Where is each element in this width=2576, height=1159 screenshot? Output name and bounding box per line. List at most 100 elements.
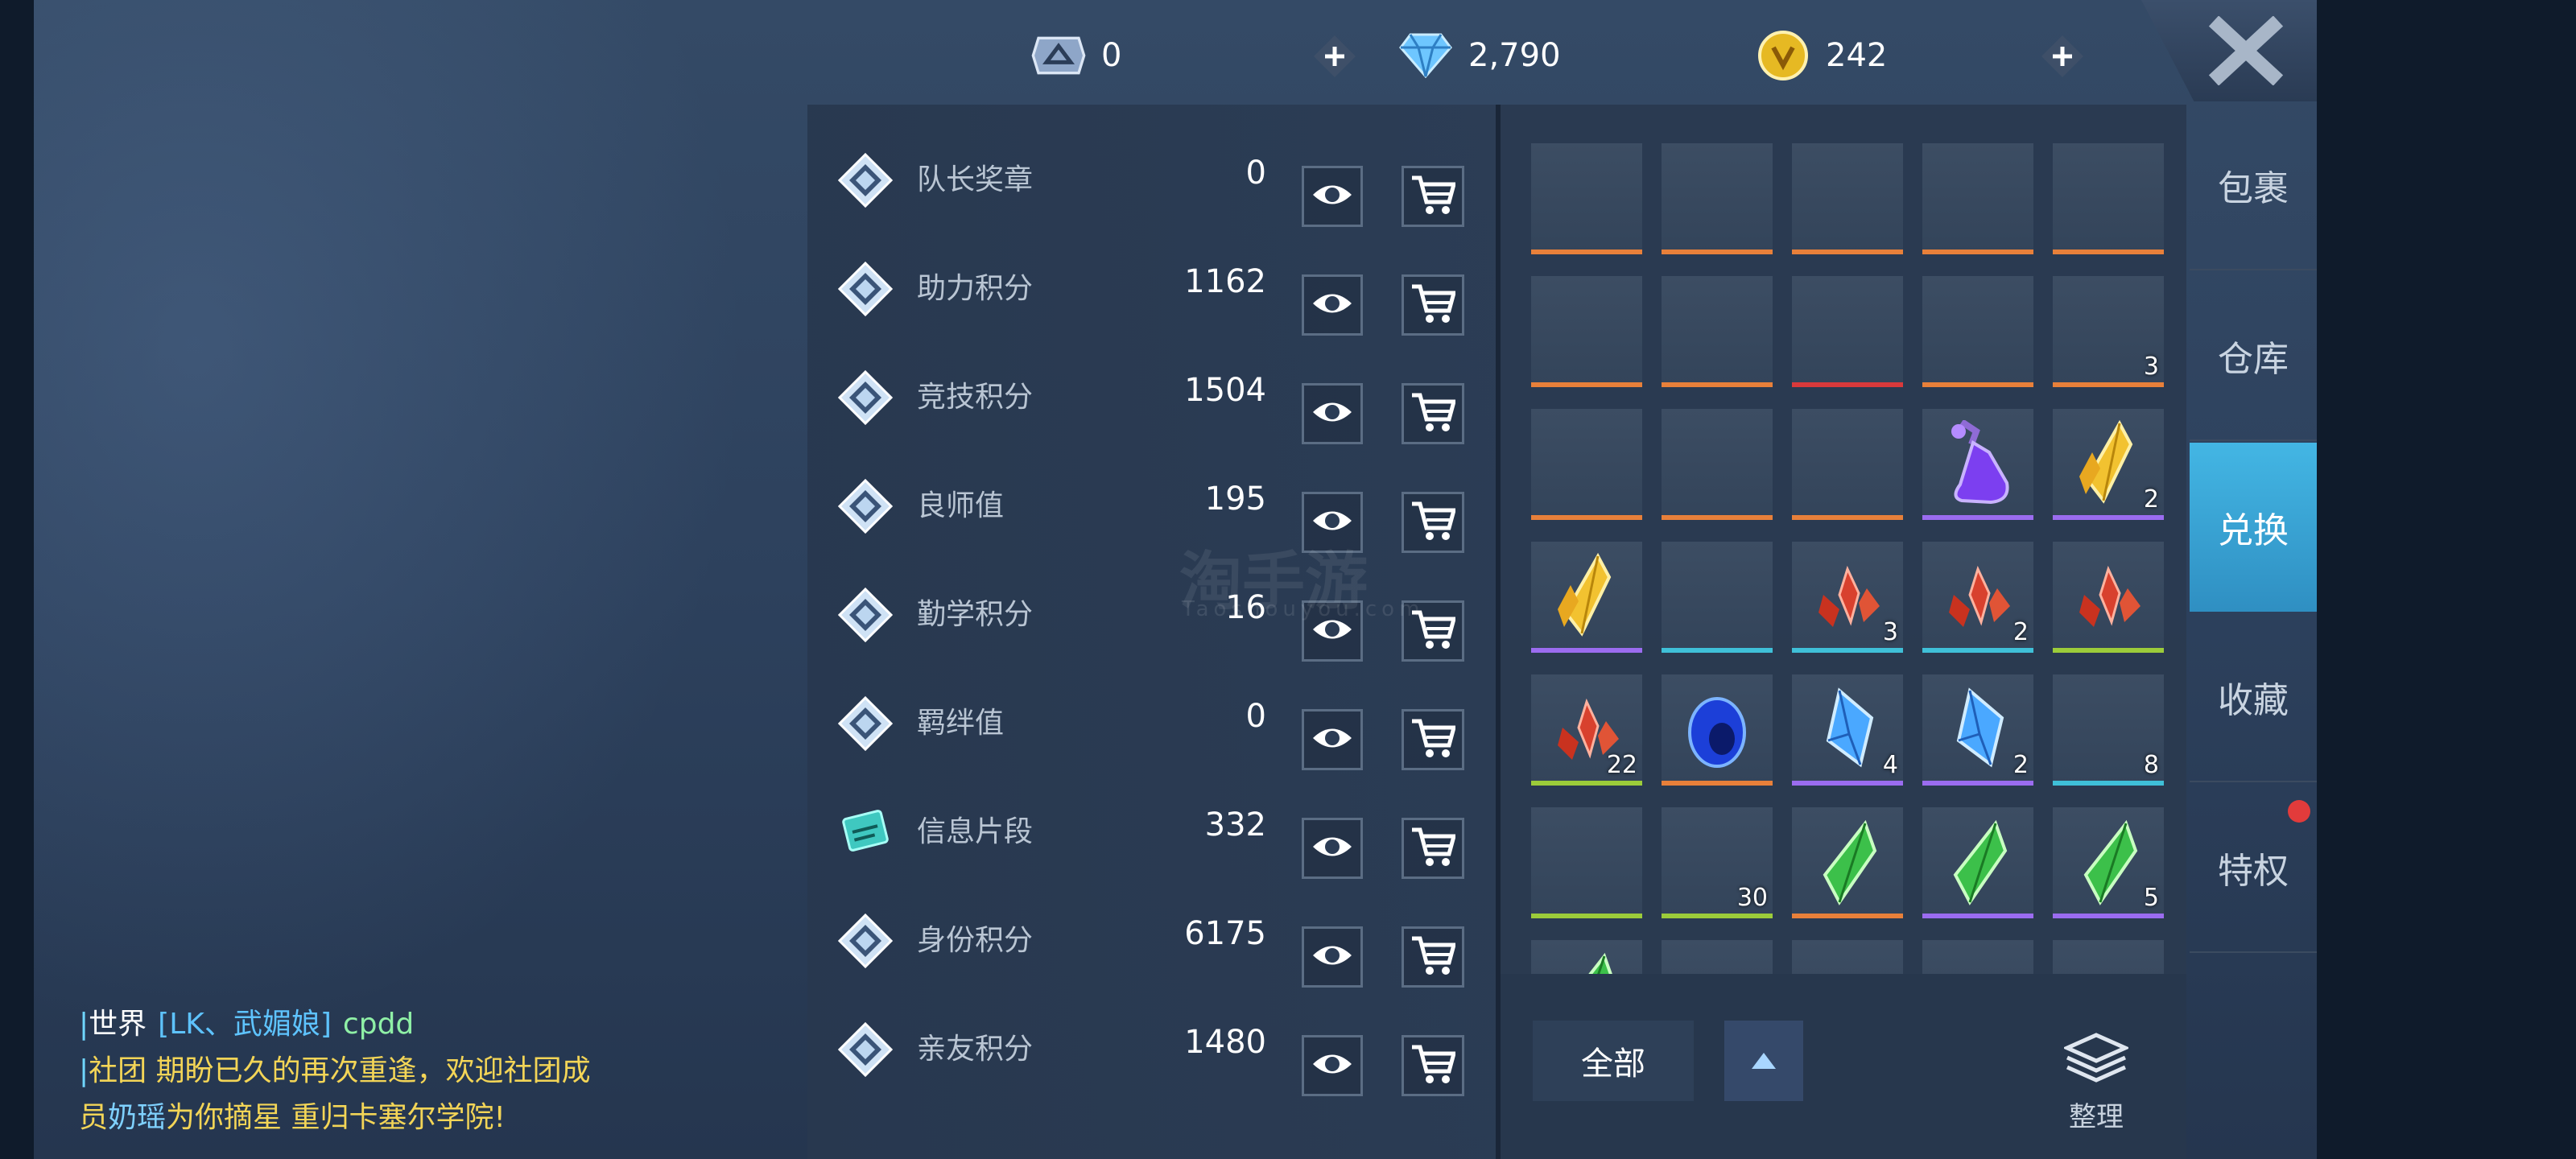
point-name: 羁绊值	[917, 707, 1005, 740]
inventory-slot[interactable]: 3	[2053, 276, 2164, 387]
sort-button[interactable]: 整理	[2056, 1032, 2136, 1133]
right-edge	[2317, 0, 2576, 1159]
inventory-slot[interactable]: 2	[2053, 409, 2164, 520]
diamond-emblem-icon	[837, 695, 894, 752]
inventory-grid[interactable]: 3 2 3 2 22 4 2 8 30 5	[1501, 105, 2186, 974]
inventory-slot[interactable]: 22	[1531, 674, 1642, 786]
rarity-bar	[2053, 648, 2164, 653]
filter-label: 全部	[1581, 1046, 1645, 1083]
inventory-slot[interactable]: 5	[2053, 807, 2164, 918]
inventory-slot[interactable]: 8	[2053, 674, 2164, 786]
chat-feed[interactable]: |世界 [LK、武媚娘] cpdd |社团 期盼已久的再次重逢，欢迎社团成 员奶瑶为…	[79, 1001, 658, 1141]
cart-icon	[1410, 827, 1457, 870]
chat-sender[interactable]: [LK、武媚娘]	[158, 1008, 332, 1041]
tab-2[interactable]: 兑换	[2190, 443, 2317, 612]
medal-value: 0	[1101, 37, 1122, 74]
eye-icon	[1311, 724, 1353, 755]
inventory-slot[interactable]	[1792, 409, 1903, 520]
inventory-slot[interactable]	[1792, 807, 1903, 918]
rarity-bar	[2053, 914, 2164, 918]
cart-icon	[1410, 283, 1457, 327]
shop-button[interactable]	[1402, 166, 1464, 227]
item-count: 2	[2143, 485, 2159, 514]
inventory-slot[interactable]	[1531, 940, 1642, 974]
view-button[interactable]	[1302, 926, 1363, 988]
shop-button[interactable]	[1402, 926, 1464, 988]
inventory-slot[interactable]	[1922, 940, 2033, 974]
points-list-panel: 队长奖章 0 助力积分 1162 竞技积分 1504 良师值 195 勤学积分 16 羁绊值 0 信息片…	[807, 105, 1496, 1159]
point-value: 195	[1204, 481, 1266, 518]
inventory-slot[interactable]	[1662, 143, 1773, 254]
triangle-up-icon	[1752, 1053, 1776, 1069]
background-glow	[34, 0, 839, 1159]
rarity-bar	[1792, 648, 1903, 653]
rarity-bar	[1792, 382, 1903, 387]
shop-button[interactable]	[1402, 818, 1464, 879]
tab-3[interactable]: 收藏	[2190, 613, 2317, 782]
rarity-bar	[1922, 515, 2033, 520]
rarity-bar	[1922, 914, 2033, 918]
inventory-slot[interactable]	[2053, 940, 2164, 974]
inventory-slot[interactable]: 2	[1922, 674, 2033, 786]
shop-button[interactable]	[1402, 383, 1464, 444]
point-row: 队长奖章 0	[807, 126, 1496, 234]
inventory-slot[interactable]	[1792, 276, 1903, 387]
inventory-slot[interactable]	[1662, 276, 1773, 387]
view-button[interactable]	[1302, 1035, 1363, 1096]
view-button[interactable]	[1302, 709, 1363, 770]
filter-toggle-button[interactable]	[1724, 1021, 1803, 1101]
inventory-slot[interactable]	[1662, 542, 1773, 653]
shop-button[interactable]	[1402, 1035, 1464, 1096]
tab-4[interactable]: 特权	[2190, 784, 2317, 953]
inventory-slot[interactable]	[1922, 143, 2033, 254]
diamond-emblem-icon	[837, 913, 894, 969]
diamond-emblem-icon	[837, 587, 894, 643]
inventory-slot[interactable]	[1922, 409, 2033, 520]
rarity-bar	[2053, 781, 2164, 786]
inventory-slot[interactable]	[1531, 542, 1642, 653]
add-coin-button[interactable]	[2040, 34, 2085, 79]
inventory-slot[interactable]	[1792, 143, 1903, 254]
view-button[interactable]	[1302, 383, 1363, 444]
view-button[interactable]	[1302, 166, 1363, 227]
point-value: 0	[1245, 698, 1266, 735]
view-button[interactable]	[1302, 818, 1363, 879]
inventory-slot[interactable]: 4	[1792, 674, 1903, 786]
point-name: 身份积分	[917, 924, 1034, 957]
inventory-slot[interactable]	[2053, 542, 2164, 653]
rarity-bar	[1922, 250, 2033, 254]
inventory-slot[interactable]	[1662, 940, 1773, 974]
inventory-slot[interactable]	[2053, 143, 2164, 254]
info-fragment-icon	[838, 805, 893, 860]
inventory-slot[interactable]: 2	[1922, 542, 2033, 653]
filter-dropdown[interactable]: 全部	[1533, 1021, 1694, 1101]
rarity-bar	[1662, 648, 1773, 653]
shop-button[interactable]	[1402, 492, 1464, 553]
inventory-slot[interactable]	[1922, 276, 2033, 387]
rarity-bar	[1792, 781, 1903, 786]
notification-dot	[2288, 800, 2310, 823]
eye-icon	[1311, 1050, 1353, 1081]
shop-button[interactable]	[1402, 709, 1464, 770]
item-count: 3	[2143, 353, 2159, 381]
add-medal-button[interactable]	[1312, 34, 1357, 79]
inventory-slot[interactable]	[1531, 409, 1642, 520]
tab-0[interactable]: 包裹	[2190, 101, 2317, 270]
inventory-slot[interactable]	[1662, 409, 1773, 520]
rarity-bar	[1662, 515, 1773, 520]
inventory-slot[interactable]	[1531, 276, 1642, 387]
inventory-slot[interactable]	[1531, 807, 1642, 918]
tab-1[interactable]: 仓库	[2190, 272, 2317, 441]
inventory-slot[interactable]	[1922, 807, 2033, 918]
inventory-slot[interactable]	[1662, 674, 1773, 786]
inventory-slot[interactable]: 3	[1792, 542, 1903, 653]
diamond-emblem-icon	[837, 1021, 894, 1078]
inventory-slot[interactable]: 30	[1662, 807, 1773, 918]
view-button[interactable]	[1302, 274, 1363, 336]
shop-button[interactable]	[1402, 274, 1464, 336]
rarity-bar	[1531, 648, 1642, 653]
point-value: 332	[1204, 806, 1266, 843]
chat-club-member[interactable]: 奶瑶	[108, 1101, 166, 1134]
inventory-slot[interactable]	[1792, 940, 1903, 974]
inventory-slot[interactable]	[1531, 143, 1642, 254]
